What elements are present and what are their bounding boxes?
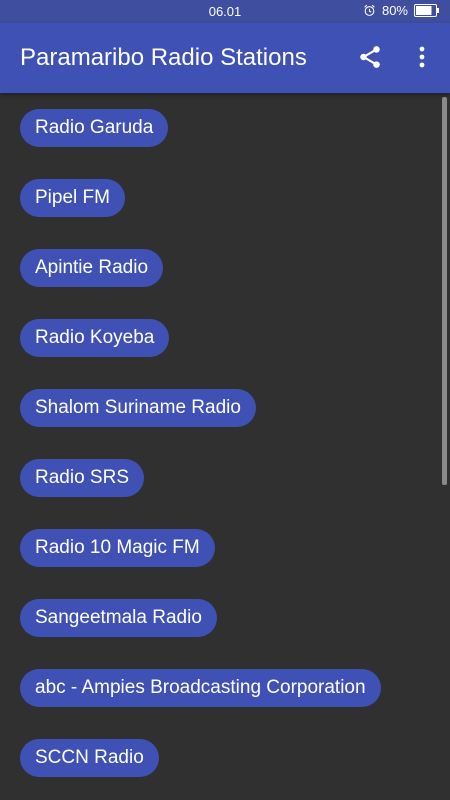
station-button-sccn-radio[interactable]: SCCN Radio <box>20 739 159 777</box>
alarm-icon <box>363 4 376 17</box>
more-options-button[interactable] <box>404 39 440 79</box>
station-button-pipel-fm[interactable]: Pipel FM <box>20 179 125 217</box>
station-list: Radio Garuda Pipel FM Apintie Radio Radi… <box>0 93 450 800</box>
station-button-sangeetmala-radio[interactable]: Sangeetmala Radio <box>20 599 217 637</box>
station-button-abc-ampies[interactable]: abc - Ampies Broadcasting Corporation <box>20 669 381 707</box>
battery-percent: 80% <box>381 3 408 18</box>
app-title: Paramaribo Radio Stations <box>20 44 307 71</box>
station-button-radio-10-magic-fm[interactable]: Radio 10 Magic FM <box>20 529 215 567</box>
app-bar: Paramaribo Radio Stations <box>0 23 450 93</box>
share-icon <box>357 44 383 75</box>
station-button-apintie-radio[interactable]: Apintie Radio <box>20 249 164 287</box>
status-icons: 80% <box>363 3 440 18</box>
scrollbar[interactable] <box>442 97 447 485</box>
station-button-radio-koyeba[interactable]: Radio Koyeba <box>20 319 170 357</box>
station-button-radio-garuda[interactable]: Radio Garuda <box>20 109 169 147</box>
share-button[interactable] <box>350 39 390 79</box>
station-button-radio-srs[interactable]: Radio SRS <box>20 459 144 497</box>
battery-icon <box>414 4 440 17</box>
station-button-shalom-suriname-radio[interactable]: Shalom Suriname Radio <box>20 389 256 427</box>
more-vert-icon <box>419 46 425 73</box>
status-bar: 06.01 80% <box>0 0 450 23</box>
